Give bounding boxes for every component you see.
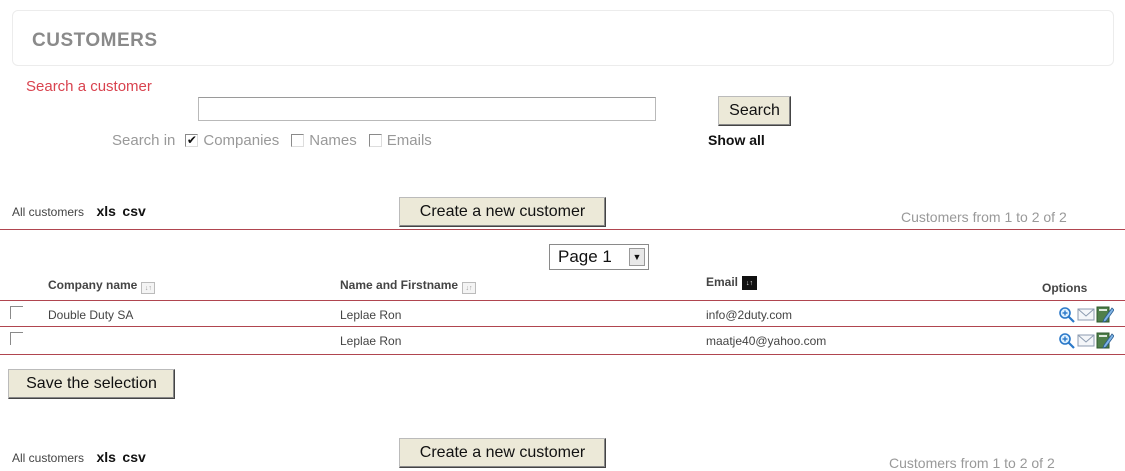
- row-options: [1058, 332, 1114, 349]
- companies-label: Companies: [203, 132, 280, 149]
- search-button[interactable]: Search: [718, 96, 791, 126]
- row-options: [1058, 306, 1114, 323]
- all-customers-link[interactable]: All customers: [12, 205, 84, 219]
- table-row: Leplae Ron maatje40@yahoo.com: [0, 330, 1125, 352]
- column-header-options: Options: [1042, 281, 1087, 295]
- row-checkbox[interactable]: [10, 332, 23, 345]
- column-label: Company name: [48, 278, 138, 292]
- search-in-label: Search in: [112, 132, 176, 149]
- csv-export-link[interactable]: csv: [122, 449, 145, 465]
- export-bar-bottom: All customers xls csv: [12, 449, 146, 467]
- csv-export-link[interactable]: csv: [122, 203, 145, 219]
- names-label: Names: [309, 132, 357, 149]
- table-rule: [0, 300, 1125, 301]
- page-select[interactable]: Page 1 ▼: [549, 244, 649, 270]
- email-cell: info@2duty.com: [706, 308, 792, 322]
- mail-icon[interactable]: [1077, 332, 1095, 349]
- companies-checkbox[interactable]: ✔: [185, 134, 199, 147]
- names-checkbox[interactable]: [291, 134, 305, 147]
- column-label: Name and Firstname: [340, 278, 459, 292]
- search-option-emails[interactable]: Emails: [368, 132, 432, 149]
- column-header-email[interactable]: Email ↓↑: [706, 274, 758, 290]
- row-divider: [0, 354, 1125, 355]
- page-title: CUSTOMERS: [32, 30, 158, 51]
- results-count: Customers from 1 to 2 of 2: [889, 455, 1055, 471]
- sort-icon[interactable]: ↓↑: [462, 282, 477, 294]
- edit-icon[interactable]: [1096, 332, 1114, 349]
- search-input[interactable]: [198, 97, 656, 121]
- search-label: Search a customer: [26, 78, 152, 95]
- divider: [0, 229, 1125, 230]
- save-selection-button[interactable]: Save the selection: [8, 369, 175, 399]
- sort-icon[interactable]: ↓↑: [742, 276, 758, 290]
- edit-icon[interactable]: [1096, 306, 1114, 323]
- show-all-link[interactable]: Show all: [708, 132, 765, 148]
- table-row: Double Duty SA Leplae Ron info@2duty.com: [0, 304, 1125, 326]
- row-checkbox[interactable]: [10, 306, 23, 319]
- sort-icon[interactable]: ↓↑: [141, 282, 156, 294]
- xls-export-link[interactable]: xls: [96, 203, 115, 219]
- emails-checkbox[interactable]: [368, 134, 382, 147]
- emails-label: Emails: [386, 132, 432, 149]
- create-customer-button[interactable]: Create a new customer: [399, 197, 606, 227]
- column-label: Options: [1042, 281, 1088, 295]
- all-customers-link[interactable]: All customers: [12, 451, 84, 465]
- name-cell: Leplae Ron: [340, 308, 402, 322]
- mail-icon[interactable]: [1077, 306, 1095, 323]
- column-header-name[interactable]: Name and Firstname ↓↑: [340, 276, 477, 294]
- row-divider: [0, 326, 1125, 327]
- company-cell: Double Duty SA: [48, 308, 134, 322]
- dropdown-arrow-icon[interactable]: ▼: [629, 248, 645, 266]
- header-panel: [12, 10, 1114, 66]
- email-cell: maatje40@yahoo.com: [706, 334, 827, 348]
- search-option-companies[interactable]: ✔ Companies: [185, 132, 279, 149]
- zoom-icon[interactable]: [1058, 332, 1076, 349]
- column-label: Email: [706, 275, 739, 289]
- create-customer-button[interactable]: Create a new customer: [399, 438, 606, 468]
- export-bar-top: All customers xls csv: [12, 203, 146, 221]
- zoom-icon[interactable]: [1058, 306, 1076, 323]
- xls-export-link[interactable]: xls: [96, 449, 115, 465]
- search-option-names[interactable]: Names: [291, 132, 357, 149]
- results-count: Customers from 1 to 2 of 2: [901, 209, 1067, 225]
- page-select-value: Page 1: [558, 247, 612, 266]
- name-cell: Leplae Ron: [340, 334, 402, 348]
- column-header-company[interactable]: Company name ↓↑: [48, 276, 156, 294]
- search-in-row: Search in ✔ Companies Names Emails: [112, 132, 440, 149]
